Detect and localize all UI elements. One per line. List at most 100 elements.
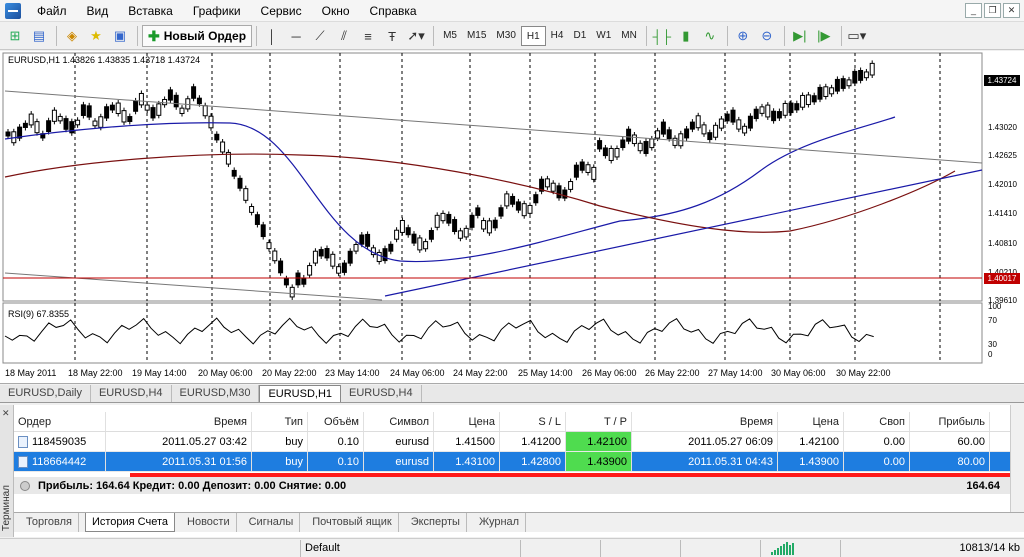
table-row[interactable]: 118459035 2011.05.27 03:42 buy 0.10 euru… (14, 432, 1010, 452)
candle-body (162, 98, 168, 106)
menu-help[interactable]: Справка (360, 0, 427, 22)
candle-body (109, 104, 115, 111)
col-profit[interactable]: Прибыль (910, 412, 990, 431)
status-traffic: 10813/14 kb (840, 539, 1024, 557)
tab-news[interactable]: Новости (181, 513, 237, 532)
candle-body (463, 227, 469, 238)
close-time-cell: 2011.05.27 06:09 (632, 432, 778, 451)
connection-status[interactable] (760, 539, 840, 557)
col-volume[interactable]: Объём (308, 412, 364, 431)
col-open-time[interactable]: Время (106, 412, 252, 431)
timeframe-m30[interactable]: M30 (491, 26, 520, 46)
tab-account-history[interactable]: История Счета (84, 513, 176, 532)
timeframe-d1[interactable]: D1 (568, 26, 591, 46)
candle-body (492, 219, 498, 229)
trendline-icon[interactable]: ⟋ (309, 25, 331, 47)
candle-chart-icon[interactable]: ▮ (675, 25, 697, 47)
terminal-scrollbar[interactable] (1010, 405, 1024, 512)
zoom-in-icon[interactable]: ⊕ (732, 25, 754, 47)
swap-cell: 0.00 (844, 452, 910, 471)
close-icon[interactable]: ✕ (2, 408, 10, 419)
col-type[interactable]: Тип (252, 412, 308, 431)
col-close-price[interactable]: Цена (778, 412, 844, 431)
tab-trade[interactable]: Торговля (20, 513, 79, 532)
candle-body (794, 103, 800, 111)
col-tp[interactable]: T / P (566, 412, 632, 431)
candle-body (689, 121, 695, 130)
terminal-icon[interactable]: ▣ (109, 25, 131, 47)
profiles-icon[interactable]: ▤ (28, 25, 50, 47)
channel-icon[interactable]: ⫽ (333, 25, 355, 47)
summary-text: Прибыль: 164.64 Кредит: 0.00 Депозит: 0.… (38, 479, 347, 492)
price-chart[interactable]: 1.430201.426251.420101.414101.408101.402… (0, 51, 1024, 384)
price-axis-label: 1.40810 (988, 239, 1017, 248)
menu-view[interactable]: Вид (77, 0, 119, 22)
candle-body (608, 147, 614, 161)
chart-tab-eurusd-h1[interactable]: EURUSD,H1 (259, 385, 342, 402)
menu-file[interactable]: Файл (27, 0, 77, 22)
chart-shift-icon[interactable]: |▶ (813, 25, 835, 47)
candle-body (660, 121, 666, 135)
col-sl[interactable]: S / L (500, 412, 566, 431)
timeframe-m5[interactable]: M5 (438, 26, 462, 46)
arrows-icon[interactable]: ➚▾ (405, 25, 427, 47)
timeframe-mn[interactable]: MN (616, 26, 642, 46)
templates-icon[interactable]: ▭▾ (846, 25, 868, 47)
toolbar-separator (840, 26, 842, 46)
plus-icon: ✚ (148, 27, 160, 44)
text-icon[interactable]: Ŧ (381, 25, 403, 47)
table-row[interactable]: 118664442 2011.05.31 01:56 buy 0.10 euru… (14, 452, 1010, 472)
price-axis-label: 1.42010 (988, 180, 1017, 189)
menu-window[interactable]: Окно (312, 0, 360, 22)
navigator-icon[interactable]: ★ (85, 25, 107, 47)
timeframe-m15[interactable]: M15 (462, 26, 491, 46)
date-axis-label: 18 May 2011 (5, 368, 56, 378)
chart-tab-eurusd-h4[interactable]: EURUSD,H4 (91, 385, 172, 402)
chart-tab-eurusd-h4-second[interactable]: EURUSD,H4 (341, 385, 422, 402)
toolbar-separator (645, 26, 647, 46)
order-icon (18, 456, 28, 469)
candle-body (666, 129, 672, 140)
timeframe-h1[interactable]: H1 (520, 26, 546, 46)
close-price-cell: 1.42100 (778, 432, 844, 451)
date-axis-label: 26 May 06:00 (582, 368, 637, 378)
candle-body (266, 242, 272, 250)
line-chart-icon[interactable]: ∿ (699, 25, 721, 47)
chart-tab-eurusd-daily[interactable]: EURUSD,Daily (0, 385, 91, 402)
timeframe-w1[interactable]: W1 (591, 26, 616, 46)
new-order-button[interactable]: ✚ Новый Ордер (142, 25, 253, 47)
tab-mailbox[interactable]: Почтовый ящик (306, 513, 399, 532)
market-watch-icon[interactable]: ◈ (61, 25, 83, 47)
tab-journal[interactable]: Журнал (473, 513, 527, 532)
col-order[interactable]: Ордер (14, 412, 106, 431)
horizontal-line-icon[interactable]: ─ (285, 25, 307, 47)
restore-icon[interactable]: ❐ (984, 3, 1001, 18)
col-swap[interactable]: Своп (844, 412, 910, 431)
zoom-out-icon[interactable]: ⊖ (756, 25, 778, 47)
fibonacci-icon[interactable]: ≡ (357, 25, 379, 47)
chart-tab-eurusd-m30[interactable]: EURUSD,M30 (172, 385, 260, 402)
candle-body (782, 102, 788, 116)
col-symbol[interactable]: Символ (364, 412, 434, 431)
tab-experts[interactable]: Эксперты (405, 513, 467, 532)
tab-signals[interactable]: Сигналы (243, 513, 301, 532)
profit-cell: 60.00 (910, 432, 990, 451)
candle-body (324, 248, 330, 259)
menu-charts[interactable]: Графики (183, 0, 251, 22)
candle-body (440, 212, 446, 222)
menu-insert[interactable]: Вставка (118, 0, 183, 22)
autoscroll-icon[interactable]: ▶| (789, 25, 811, 47)
status-empty-2 (600, 539, 680, 557)
vertical-line-icon[interactable]: │ (261, 25, 283, 47)
col-close-time[interactable]: Время (632, 412, 778, 431)
menu-tools[interactable]: Сервис (251, 0, 312, 22)
summary-total: 164.64 (966, 479, 1000, 492)
new-chart-icon[interactable]: ⊞ (4, 25, 26, 47)
close-icon[interactable]: ✕ (1003, 3, 1020, 18)
chart-symbol-info: EURUSD,H1 1.43826 1.43835 1.43718 1.4372… (8, 55, 201, 65)
candle-body (858, 69, 864, 81)
col-open-price[interactable]: Цена (434, 412, 500, 431)
timeframe-h4[interactable]: H4 (546, 26, 569, 46)
minimize-icon[interactable]: _ (965, 3, 982, 18)
bar-chart-icon[interactable]: ┤├ (651, 25, 673, 47)
